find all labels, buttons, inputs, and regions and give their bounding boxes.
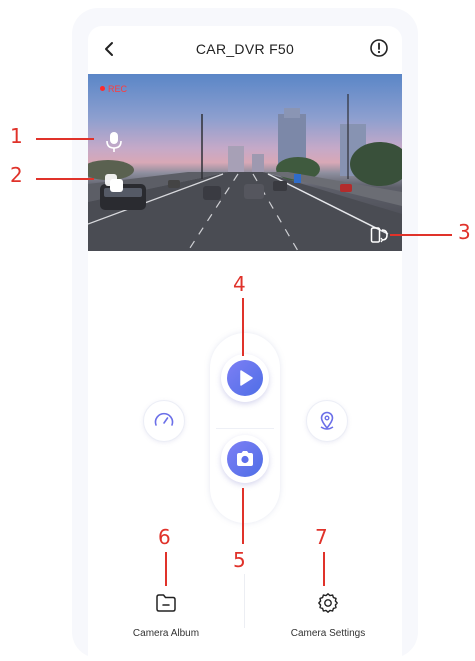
top-bar: CAR_DVR F50: [88, 26, 402, 72]
back-button[interactable]: [100, 39, 120, 59]
callout-6: 6: [158, 525, 171, 549]
controls-divider: [216, 428, 274, 429]
rotate-screen-icon: [370, 227, 388, 243]
switch-camera-button[interactable]: [103, 172, 125, 194]
chevron-left-icon: [105, 42, 113, 56]
callout-4: 4: [233, 272, 246, 296]
microphone-icon: [106, 132, 122, 152]
callout-6-line: [165, 552, 167, 586]
speedometer-icon: [154, 412, 174, 426]
playback-button[interactable]: [221, 354, 269, 402]
speed-button[interactable]: [143, 400, 185, 442]
switch-camera-icon: [105, 174, 123, 192]
live-video-preview[interactable]: REC: [88, 74, 402, 251]
camera-icon: [237, 451, 253, 466]
callout-5: 5: [233, 548, 246, 572]
callout-1-line: [36, 138, 94, 140]
camera-album-label: Camera Album: [132, 628, 200, 639]
microphone-button[interactable]: [103, 130, 125, 154]
camera-settings-label: Camera Settings: [290, 628, 366, 639]
location-pin-icon: [320, 411, 334, 430]
snapshot-button[interactable]: [221, 435, 269, 483]
camera-settings-button[interactable]: Camera Settings: [278, 591, 378, 651]
callout-3-line: [390, 234, 452, 236]
gear-icon: [318, 593, 338, 613]
snapshot-button-face: [227, 441, 263, 477]
recording-indicator: REC: [100, 84, 127, 94]
callout-1: 1: [10, 124, 23, 148]
folder-icon: [156, 594, 176, 612]
page-title: CAR_DVR F50: [195, 41, 295, 57]
camera-album-button[interactable]: Camera Album: [118, 591, 214, 651]
callout-4-line: [242, 298, 244, 356]
play-icon: [240, 370, 253, 386]
callout-2-line: [36, 178, 94, 180]
rec-dot-icon: [100, 86, 105, 91]
bottom-nav-divider: [244, 574, 245, 628]
fullscreen-button[interactable]: [370, 226, 390, 244]
location-button[interactable]: [306, 400, 348, 442]
rec-label: REC: [108, 84, 128, 94]
road-scene-image: [88, 94, 402, 251]
info-button[interactable]: [369, 38, 389, 58]
callout-7-line: [323, 552, 325, 586]
callout-2: 2: [10, 163, 23, 187]
callout-3: 3: [458, 220, 471, 244]
callout-5-line: [242, 488, 244, 544]
callout-7: 7: [315, 525, 328, 549]
info-icon: [370, 39, 388, 57]
playback-button-face: [227, 360, 263, 396]
